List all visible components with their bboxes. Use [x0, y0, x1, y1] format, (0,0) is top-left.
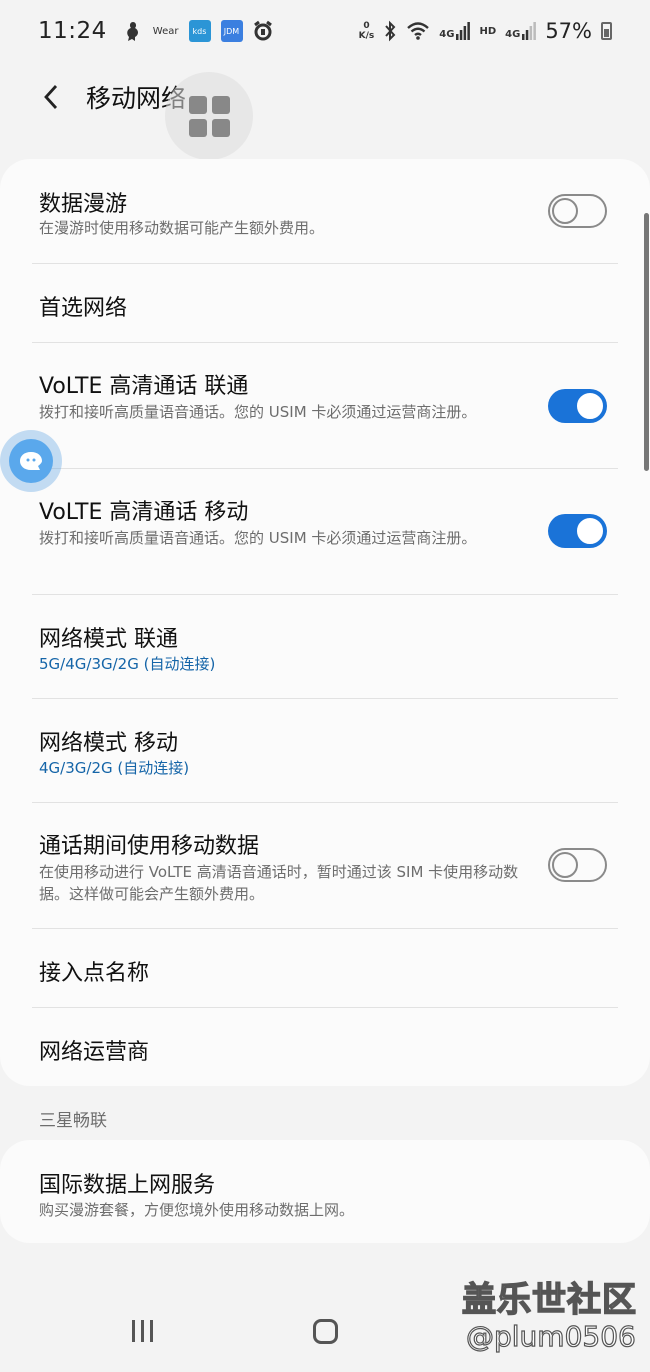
- back-button[interactable]: [26, 72, 76, 122]
- setting-network-mode-unicom[interactable]: 网络模式 联通 5G/4G/3G/2G (自动连接): [0, 595, 650, 698]
- watermark-user: @plum0506: [465, 1319, 636, 1353]
- kds-app-icon: kds: [188, 20, 211, 42]
- chevron-left-icon: [44, 85, 58, 109]
- status-right-icons: 0 K/s 4G HD 4G 57%: [359, 19, 612, 43]
- setting-value: 4G/3G/2G (自动连接): [39, 759, 190, 777]
- jdm-app-icon: JDM: [220, 20, 243, 42]
- watermark-title: 盖乐世社区: [461, 1279, 637, 1321]
- setting-international-data-service[interactable]: 国际数据上网服务 购买漫游套餐，方便您境外使用移动数据上网。: [0, 1140, 650, 1243]
- setting-title: 网络模式 联通: [39, 627, 178, 652]
- international-data-card: 国际数据上网服务 购买漫游套餐，方便您境外使用移动数据上网。: [0, 1140, 650, 1243]
- volte-mobile-toggle[interactable]: [548, 514, 607, 548]
- wifi-icon: [407, 22, 430, 40]
- setting-title: 首选网络: [39, 296, 128, 321]
- setting-title: VoLTE 高清通话 移动: [39, 500, 249, 525]
- setting-subtitle: 拨打和接听高质量语音通话。您的 USIM 卡必须通过运营商注册。: [39, 529, 477, 547]
- status-time: 11:24: [38, 18, 107, 44]
- network-speed: 0 K/s: [358, 21, 375, 41]
- setting-network-mode-mobile[interactable]: 网络模式 移动 4G/3G/2G (自动连接): [0, 699, 650, 802]
- data-during-calls-toggle[interactable]: [548, 848, 607, 882]
- setting-subtitle: 购买漫游套餐，方便您境外使用移动数据上网。: [39, 1201, 355, 1219]
- setting-volte-unicom[interactable]: VoLTE 高清通话 联通 拨打和接听高质量语音通话。您的 USIM 卡必须通过…: [0, 343, 650, 468]
- home-button[interactable]: [313, 1319, 338, 1344]
- floating-assistant-bubble[interactable]: [0, 430, 62, 492]
- setting-data-during-calls[interactable]: 通话期间使用移动数据 在使用移动进行 VoLTE 高清语音通话时，暂时通过该 S…: [0, 803, 650, 928]
- bluetooth-icon: [385, 20, 396, 42]
- wear-label: Wear: [152, 25, 179, 37]
- setting-title: 数据漫游: [39, 192, 128, 217]
- setting-access-point-names[interactable]: 接入点名称: [0, 929, 650, 1007]
- setting-network-operators[interactable]: 网络运营商: [0, 1008, 650, 1086]
- setting-volte-mobile[interactable]: VoLTE 高清通话 移动 拨打和接听高质量语音通话。您的 USIM 卡必须通过…: [0, 469, 650, 594]
- section-header-samsung: 三星畅联: [39, 1111, 107, 1131]
- setting-subtitle: 在使用移动进行 VoLTE 高清语音通话时，暂时通过该 SIM 卡使用移动数据。…: [39, 863, 519, 903]
- alarm-icon: [253, 20, 272, 41]
- setting-title: 通话期间使用移动数据: [39, 834, 260, 859]
- data-roaming-toggle[interactable]: [548, 194, 607, 228]
- mobile-network-settings-card: 数据漫游 在漫游时使用移动数据可能产生额外费用。 首选网络 VoLTE 高清通话…: [0, 159, 650, 1086]
- recents-button[interactable]: [132, 1320, 153, 1342]
- setting-subtitle: 拨打和接听高质量语音通话。您的 USIM 卡必须通过运营商注册。: [39, 403, 477, 421]
- setting-title: 国际数据上网服务: [39, 1173, 216, 1198]
- grid-icon: [188, 95, 207, 114]
- setting-title: VoLTE 高清通话 联通: [39, 374, 249, 399]
- setting-data-roaming[interactable]: 数据漫游 在漫游时使用移动数据可能产生额外费用。: [0, 159, 650, 263]
- app-header: 移动网络: [0, 62, 650, 160]
- signal-1: 4G: [439, 22, 471, 40]
- setting-title: 接入点名称: [39, 961, 150, 986]
- setting-value: 5G/4G/3G/2G (自动连接): [39, 655, 216, 673]
- floating-app-grid-button[interactable]: [165, 72, 253, 160]
- notification-app-icon: [127, 22, 138, 41]
- signal-bars-icon: [456, 22, 471, 40]
- signal-bars-icon: [522, 22, 537, 40]
- setting-title: 网络模式 移动: [39, 731, 178, 756]
- status-bar: 11:24 Wear kds JDM 0 K/s 4G HD 4G 57%: [0, 0, 650, 62]
- scrollbar-thumb[interactable]: [644, 213, 649, 471]
- setting-subtitle: 在漫游时使用移动数据可能产生额外费用。: [39, 219, 325, 237]
- volte-unicom-toggle[interactable]: [548, 389, 607, 423]
- chat-bubble-icon: [9, 439, 53, 483]
- battery-icon: [601, 22, 612, 40]
- status-left-icons: Wear kds JDM: [123, 20, 273, 42]
- battery-percent: 57%: [545, 19, 592, 43]
- recents-icon: [132, 1320, 135, 1342]
- signal-2: 4G: [505, 22, 537, 40]
- screen: 11:24 Wear kds JDM 0 K/s 4G HD 4G 57% 移动…: [0, 0, 650, 1372]
- setting-title: 网络运营商: [39, 1040, 150, 1065]
- setting-preferred-network[interactable]: 首选网络: [0, 264, 650, 342]
- hd-label: HD: [479, 25, 497, 37]
